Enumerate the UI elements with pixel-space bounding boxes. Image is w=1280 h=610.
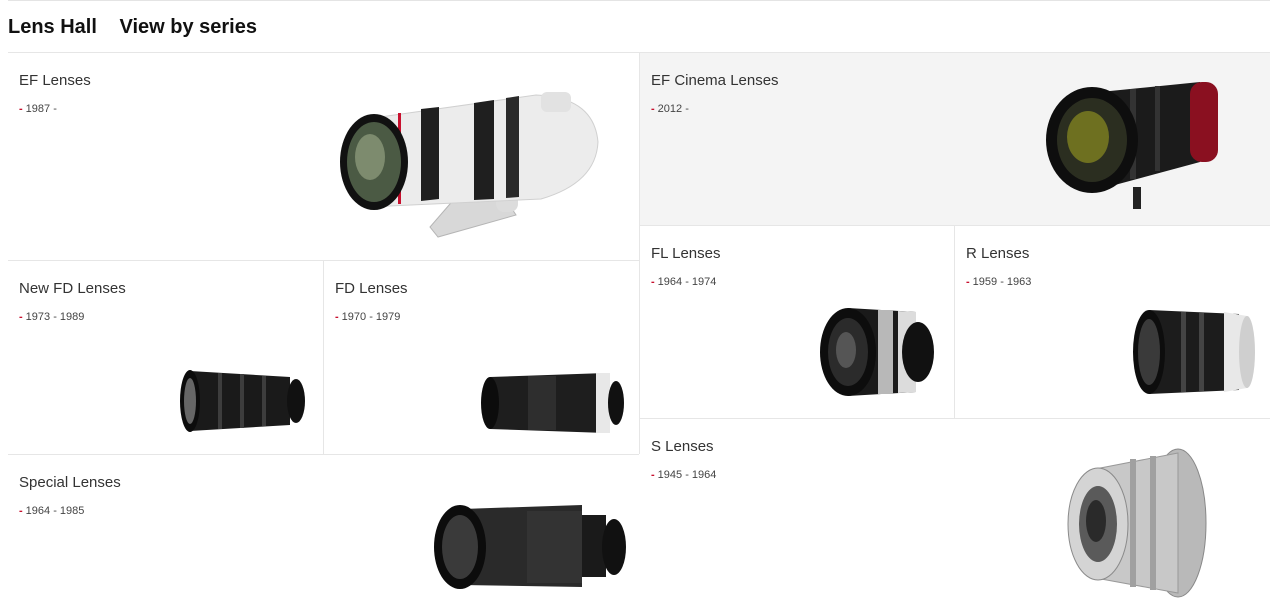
series-tile-special[interactable]: Special Lenses -1964 - 1985 (8, 455, 639, 610)
dash-marker: - (335, 311, 339, 323)
series-years-text: 1970 - 1979 (341, 311, 401, 323)
series-tile-r[interactable]: R Lenses -1959 - 1963 (955, 226, 1270, 418)
page-title: Lens Hall (8, 16, 97, 38)
fl-lens-image (820, 308, 934, 396)
series-years-text: 1973 - 1989 (25, 311, 85, 323)
series-title: EF Lenses (19, 72, 91, 89)
series-title: S Lenses (651, 438, 714, 455)
series-years: -1959 - 1963 (966, 276, 1031, 288)
series-title: New FD Lenses (19, 280, 126, 297)
dash-marker: - (19, 505, 23, 517)
top-divider (8, 0, 1270, 1)
series-years: -1970 - 1979 (335, 311, 400, 323)
r-lens-image (1133, 310, 1255, 394)
dash-marker: - (651, 103, 655, 115)
series-title: FD Lenses (335, 280, 408, 297)
series-years: -1945 - 1964 (651, 469, 716, 481)
series-tile-fd[interactable]: FD Lenses -1970 - 1979 (324, 261, 639, 454)
series-years-text: 1964 - 1985 (25, 505, 85, 517)
series-years-text: 1959 - 1963 (972, 276, 1032, 288)
special-lens-image (434, 505, 626, 589)
series-years: -2012 - (651, 103, 689, 115)
series-years: -1987 - (19, 103, 57, 115)
ef-telephoto-lens-image (340, 92, 599, 238)
series-title: Special Lenses (19, 474, 121, 491)
dash-marker: - (651, 276, 655, 288)
dash-marker: - (651, 469, 655, 481)
dash-marker: - (19, 311, 23, 323)
series-years-text: 1964 - 1974 (657, 276, 717, 288)
page-subtitle: View by series (119, 16, 257, 38)
series-years: -1964 - 1985 (19, 505, 84, 517)
series-years-text: 1945 - 1964 (657, 469, 717, 481)
series-tile-fl[interactable]: FL Lenses -1964 - 1974 (640, 226, 954, 418)
series-years: -1964 - 1974 (651, 276, 716, 288)
cinema-zoom-lens-image (1046, 82, 1218, 209)
series-title: FL Lenses (651, 245, 721, 262)
page-header: Lens Hall View by series (8, 16, 274, 39)
series-title: R Lenses (966, 245, 1030, 262)
series-tile-new-fd[interactable]: New FD Lenses -1973 - 1989 (8, 261, 323, 454)
series-tile-s[interactable]: S Lenses -1945 - 1964 (640, 419, 1270, 610)
dash-marker: - (19, 103, 23, 115)
new-fd-lens-image (180, 370, 305, 432)
s-lens-image (1067, 448, 1207, 598)
series-title: EF Cinema Lenses (651, 72, 779, 89)
series-tile-ef-cinema[interactable]: EF Cinema Lenses -2012 - (640, 53, 1270, 225)
series-years-text: 1987 - (25, 103, 57, 115)
dash-marker: - (966, 276, 970, 288)
fd-lens-image (481, 373, 624, 433)
series-years: -1973 - 1989 (19, 311, 84, 323)
series-years-text: 2012 - (657, 103, 689, 115)
series-tile-ef[interactable]: EF Lenses -1987 - (8, 53, 639, 260)
